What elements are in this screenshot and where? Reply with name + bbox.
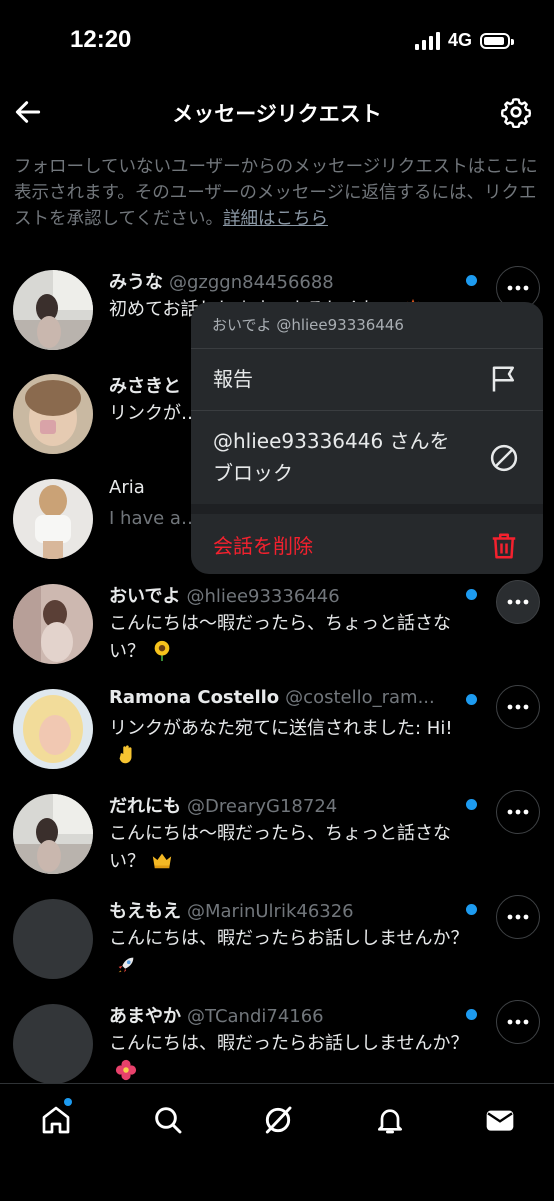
menu-separator — [191, 504, 543, 514]
display-name: みさきと — [109, 376, 181, 397]
display-name: もえもえ — [109, 901, 181, 922]
display-name: Ramona Costello — [109, 687, 280, 708]
unread-dot — [466, 904, 477, 915]
display-name: Aria — [109, 477, 145, 498]
request-row[interactable]: おいでよ @hliee93336446 こんにちは〜暇だったら、ちょっと話さない？ — [0, 570, 554, 674]
user-handle: @MarinUlrik46326 — [187, 901, 354, 922]
request-row[interactable]: あまやか @TCandi74166 こんにちは、暇だったらお話ししませんか？ — [0, 990, 554, 1094]
unread-dot — [466, 275, 477, 286]
context-menu: おいでよ @hliee93336446 報告 @hliee93336446 さん… — [191, 302, 543, 574]
messages-envelope-icon[interactable] — [484, 1104, 516, 1136]
block-label-line1: @hliee93336446 さんを — [213, 429, 450, 453]
status-indicators: 4G — [414, 30, 514, 51]
user-handle: @gzggn84456688 — [169, 272, 334, 293]
battery-icon — [480, 32, 514, 49]
unread-dot — [466, 1009, 477, 1020]
display-name: みうな — [109, 272, 163, 293]
user-handle: @costello_ram... — [285, 687, 435, 708]
gear-icon[interactable] — [500, 96, 532, 128]
unread-dot — [466, 799, 477, 810]
bottom-tab-bar — [0, 1083, 554, 1201]
report-label: 報告 — [213, 367, 253, 391]
block-label-line2: ブロック — [213, 461, 293, 485]
learn-more-link[interactable]: 詳細はこちら — [223, 209, 328, 229]
display-name: だれにも — [109, 796, 181, 817]
avatar — [13, 794, 93, 874]
signal-icon — [414, 31, 440, 50]
avatar — [13, 584, 93, 664]
more-icon — [507, 599, 529, 605]
home-icon[interactable] — [40, 1104, 72, 1136]
sunflower-icon — [154, 640, 170, 661]
grok-icon[interactable] — [262, 1104, 294, 1136]
avatar — [13, 374, 93, 454]
avatar — [13, 899, 93, 979]
more-icon — [507, 914, 529, 920]
block-icon — [490, 444, 518, 472]
hibiscus-icon — [115, 1059, 137, 1081]
status-bar: 12:20 4G — [0, 0, 554, 86]
crown-icon — [152, 853, 172, 869]
rocket-icon — [118, 957, 134, 973]
page-title: メッセージリクエスト — [172, 102, 382, 126]
more-options-button[interactable] — [496, 790, 540, 834]
notifications-bell-icon[interactable] — [374, 1104, 406, 1136]
more-options-button[interactable] — [496, 580, 540, 624]
message-preview: リンクがあなた宛てに送信されました: Hi! — [109, 718, 453, 739]
delete-conversation-menu-item[interactable]: 会話を削除 — [191, 514, 543, 574]
avatar — [13, 689, 93, 769]
avatar — [13, 270, 93, 350]
user-handle: @hliee93336446 — [186, 586, 340, 607]
delete-label: 会話を削除 — [213, 534, 313, 558]
block-menu-item[interactable]: @hliee93336446 さんを ブロック — [191, 411, 543, 504]
avatar — [13, 1004, 93, 1084]
request-row[interactable]: もえもえ @MarinUlrik46326 こんにちは、暇だったらお話ししませんか… — [0, 885, 554, 989]
more-icon — [507, 809, 529, 815]
flag-icon — [492, 366, 514, 392]
more-icon — [507, 704, 529, 710]
request-row[interactable]: Ramona Costello @costello_ram... リンクがあなた宛… — [0, 675, 554, 779]
home-badge — [64, 1098, 72, 1106]
display-name: あまやか — [109, 1006, 181, 1027]
context-menu-header: おいでよ @hliee93336446 — [191, 302, 543, 349]
unread-dot — [466, 589, 477, 600]
status-time: 12:20 — [70, 26, 132, 53]
more-options-button[interactable] — [496, 685, 540, 729]
display-name: おいでよ — [109, 586, 181, 607]
trash-icon — [492, 533, 516, 559]
unread-dot — [466, 694, 477, 705]
more-options-button[interactable] — [496, 1000, 540, 1044]
user-handle: @TCandi74166 — [187, 1006, 324, 1027]
network-label: 4G — [447, 30, 472, 50]
request-row[interactable]: だれにも @DrearyG18724 こんにちは〜暇だったら、ちょっと話さない？ — [0, 780, 554, 884]
waving-hand-icon — [119, 745, 132, 764]
report-menu-item[interactable]: 報告 — [191, 349, 543, 411]
more-options-button[interactable] — [496, 895, 540, 939]
intro-text: フォローしていないユーザーからのメッセージリクエストはここに表示されます。そのユ… — [14, 154, 540, 232]
more-icon — [507, 285, 529, 291]
message-preview: こんにちは、暇だったらお話ししませんか？ — [109, 1033, 469, 1054]
search-icon[interactable] — [152, 1104, 184, 1136]
avatar — [13, 479, 93, 559]
user-handle: @DrearyG18724 — [187, 796, 338, 817]
more-icon — [507, 1019, 529, 1025]
header: メッセージリクエスト — [0, 86, 554, 146]
message-preview: こんにちは、暇だったらお話ししませんか？ — [109, 928, 469, 949]
